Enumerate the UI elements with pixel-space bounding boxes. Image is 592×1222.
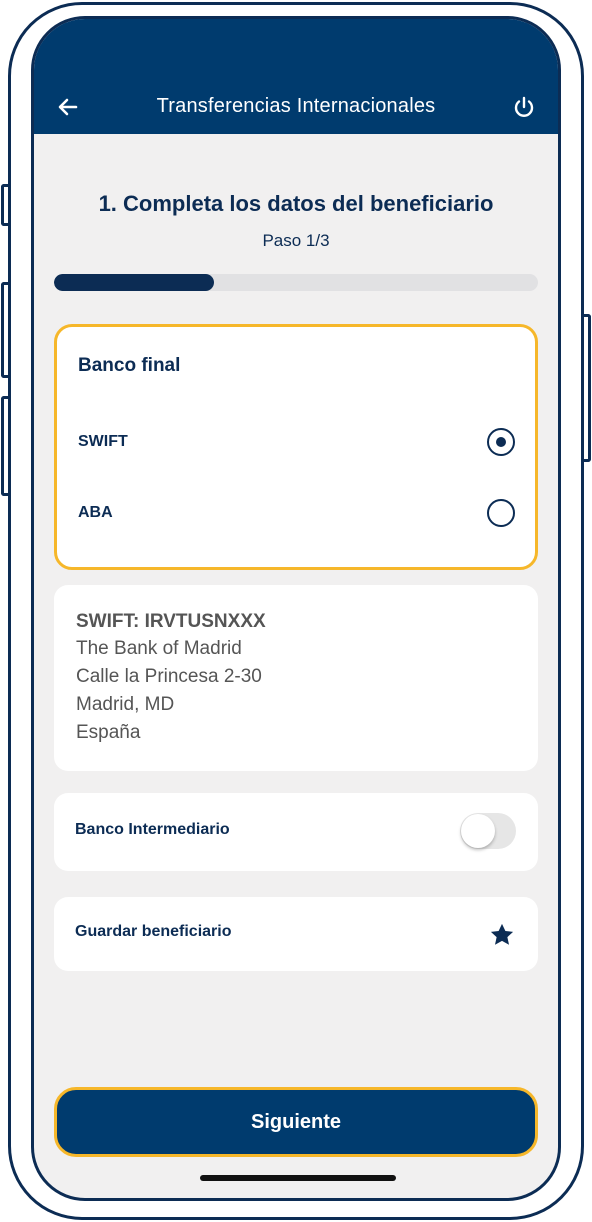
intermediary-bank-label: Banco Intermediario: [75, 821, 230, 838]
bank-info-card: SWIFT: IRVTUSNXXX The Bank of Madrid Cal…: [54, 585, 538, 771]
progress-fill: [54, 274, 214, 291]
app-screen: Transferencias Internacionales 1. Comple…: [31, 16, 561, 1201]
next-button[interactable]: Siguiente: [54, 1087, 538, 1157]
toggle-knob: [461, 814, 495, 848]
step-title: 1. Completa los datos del beneficiario: [98, 191, 494, 216]
bank-address: Calle la Princesa 2-30: [76, 666, 262, 687]
home-indicator: [200, 1175, 396, 1181]
star-icon: [490, 923, 514, 945]
swift-code: SWIFT: IRVTUSNXXX: [76, 611, 266, 632]
option-swift[interactable]: SWIFT: [57, 421, 535, 465]
power-icon: [514, 96, 534, 117]
page-title: Transferencias Internacionales: [156, 95, 436, 117]
bank-country: España: [76, 722, 141, 743]
save-beneficiary-label: Guardar beneficiario: [75, 923, 232, 940]
option-aba[interactable]: ABA: [57, 492, 535, 536]
logout-button[interactable]: [510, 93, 538, 121]
app-header: Transferencias Internacionales: [34, 19, 558, 134]
aba-radio[interactable]: [487, 499, 515, 527]
intermediary-bank-toggle[interactable]: [460, 813, 516, 849]
step-counter: Paso 1/3: [262, 231, 330, 250]
option-aba-label: ABA: [78, 504, 113, 521]
progress-bar: [54, 274, 538, 291]
intermediary-bank-row: Banco Intermediario: [54, 793, 538, 871]
final-bank-title: Banco final: [78, 355, 181, 376]
save-beneficiary-button[interactable]: [488, 921, 516, 949]
option-swift-label: SWIFT: [78, 433, 128, 450]
final-bank-card: Banco final SWIFT ABA: [54, 324, 538, 570]
bank-name: The Bank of Madrid: [76, 638, 242, 659]
bank-city: Madrid, MD: [76, 694, 175, 715]
save-beneficiary-row[interactable]: Guardar beneficiario: [54, 897, 538, 971]
swift-radio[interactable]: [487, 428, 515, 456]
